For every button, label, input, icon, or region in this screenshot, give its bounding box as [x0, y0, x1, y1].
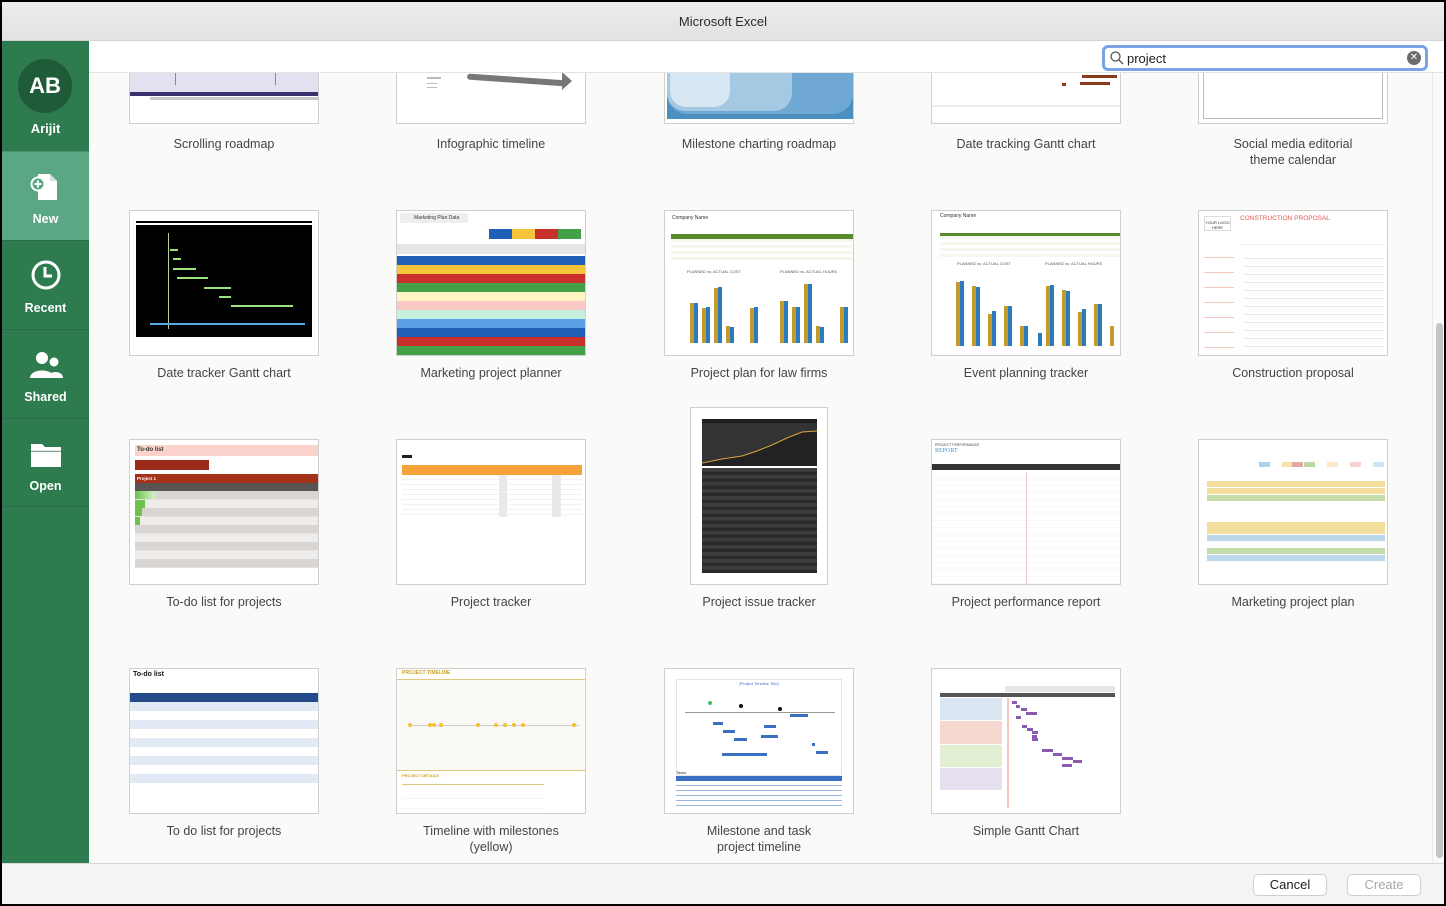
profile-name: Arijit	[30, 121, 61, 136]
template-thumbnail: To-do list	[129, 668, 319, 814]
template-name: Project performance report	[951, 595, 1101, 609]
clock-icon	[31, 260, 61, 290]
template-name: Milestone and task project timeline	[706, 824, 812, 854]
sidebar-item-new[interactable]: New	[2, 151, 89, 240]
folder-icon	[31, 444, 61, 467]
thumb-text: [Project Timeline Title]	[739, 681, 779, 686]
scrollbar-thumb[interactable]	[1436, 323, 1443, 858]
window-title: Microsoft Excel	[2, 2, 1444, 41]
people-icon	[30, 352, 63, 378]
template-thumbnail	[931, 668, 1121, 814]
template-name: Construction proposal	[1232, 366, 1354, 380]
avatar[interactable]: AB	[18, 59, 72, 113]
vertical-scrollbar[interactable]	[1432, 73, 1444, 863]
excel-template-gallery-window: Microsoft Excel AB Arijit New Recent Sha…	[2, 2, 1444, 904]
sidebar: AB Arijit New Recent Shared Open	[2, 41, 89, 863]
thumb-text: PLANNED vs. ACTUAL HOURS	[780, 269, 838, 274]
template-name: Simple Gantt Chart	[972, 824, 1080, 838]
template-name: Scrolling roadmap	[173, 137, 275, 151]
search-icon	[1110, 51, 1124, 65]
template-thumbnail: [Project Timeline Title] Tasks	[664, 668, 854, 814]
template-name: Marketing project plan	[1231, 595, 1355, 609]
sidebar-item-label: Shared	[24, 390, 67, 404]
template-thumbnail	[396, 439, 586, 585]
sidebar-item-label: Open	[29, 479, 62, 493]
sidebar-item-shared[interactable]: Shared	[2, 329, 89, 418]
template-name: Marketing project planner	[420, 366, 562, 380]
template-thumbnail: Company Name PLANNED vs. ACTUAL COST PLA…	[931, 210, 1121, 356]
template-name: Project plan for law firms	[690, 366, 828, 380]
template-thumbnail	[1198, 73, 1388, 124]
template-thumbnail	[396, 73, 586, 124]
thumb-text: PLANNED vs. ACTUAL HOURS	[1045, 261, 1103, 266]
bar-chart-preview	[956, 281, 1114, 346]
template-name: Milestone charting roadmap	[681, 137, 837, 151]
thumb-text: PROJECT TIMELINE	[402, 670, 451, 676]
search-input[interactable]	[1127, 49, 1397, 67]
search-field[interactable]: ✕	[1102, 45, 1428, 71]
template-thumbnail	[129, 210, 319, 356]
thumb-text: PLANNED vs. ACTUAL COST	[957, 261, 1011, 266]
template-thumbnail: PROJECT PERFORMANCE REPORT	[931, 439, 1121, 585]
template-thumbnail	[129, 73, 319, 124]
template-name: Project tracker	[450, 595, 532, 609]
new-document-icon	[30, 174, 57, 200]
cancel-button[interactable]: Cancel	[1253, 874, 1327, 896]
sidebar-item-recent[interactable]: Recent	[2, 240, 89, 329]
thumb-text: To-do list	[133, 671, 164, 678]
thumb-text: PROJECT DETAILS	[402, 773, 439, 778]
sidebar-item-open[interactable]: Open	[2, 418, 89, 507]
template-name: Timeline with milestones (yellow)	[423, 824, 559, 854]
template-name: Social media editorial theme calendar	[1233, 137, 1353, 167]
template-thumbnail: Company Name PLANNED vs. ACTUAL COST PLA…	[664, 210, 854, 356]
template-thumbnail: To-do list Project 1	[129, 439, 319, 585]
thumb-text: PLANNED vs. ACTUAL COST	[687, 269, 741, 274]
clear-search-icon[interactable]: ✕	[1407, 51, 1421, 65]
thumb-text: PROJECT PERFORMANCE	[935, 443, 980, 447]
template-name: Project issue tracker	[702, 595, 816, 609]
thumb-text: To-do list	[135, 445, 318, 456]
template-name: To-do list for projects	[166, 595, 282, 609]
template-name: Event planning tracker	[963, 366, 1089, 380]
sidebar-item-label: Recent	[24, 301, 67, 315]
template-thumbnail	[664, 73, 854, 124]
template-name: Date tracker Gantt chart	[157, 366, 291, 380]
thumb-text: Tasks	[676, 770, 687, 775]
template-thumbnail	[931, 73, 1121, 124]
dialog-footer: Cancel Create	[2, 863, 1444, 904]
bar-chart-preview	[690, 284, 848, 343]
thumb-text: YOUR LOGO HERE	[1204, 216, 1231, 231]
template-thumbnail: YOUR LOGO HERE CONSTRUCTION PROPOSAL	[1198, 210, 1388, 356]
profile[interactable]: AB Arijit	[2, 41, 89, 151]
thumb-text: REPORT	[935, 448, 958, 454]
line-chart-preview	[702, 430, 817, 466]
template-thumbnail: Marketing Plan Data	[396, 210, 586, 356]
thumb-text: Marketing Plan Data	[400, 213, 468, 223]
create-button[interactable]: Create	[1347, 874, 1421, 896]
template-thumbnail	[690, 407, 828, 585]
sidebar-item-label: New	[32, 212, 59, 226]
template-name: Infographic timeline	[436, 137, 546, 151]
template-name: Date tracking Gantt chart	[956, 137, 1096, 151]
thumb-text: CONSTRUCTION PROPOSAL	[1240, 215, 1330, 222]
thumb-text: Project 1	[135, 474, 318, 483]
template-thumbnail	[1198, 439, 1388, 585]
template-grid: Scrolling roadmap Infographic timeline M…	[89, 73, 1425, 863]
template-name: To do list for projects	[166, 824, 282, 838]
template-thumbnail: PROJECT TIMELINE PROJECT DETAILS	[396, 668, 586, 814]
thumb-text: Company Name	[940, 213, 977, 219]
thumb-text: Company Name	[672, 215, 709, 221]
